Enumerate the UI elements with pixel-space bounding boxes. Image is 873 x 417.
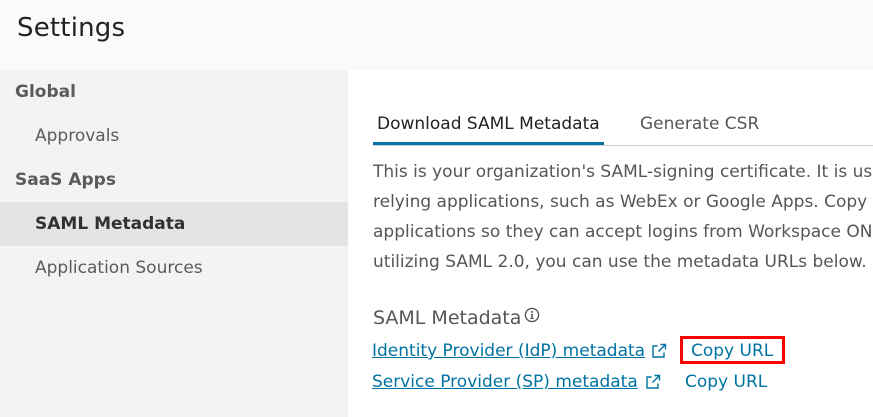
description-line: relying applications, such as WebEx or G…: [373, 192, 873, 212]
saml-metadata-section-title: SAML Metadata: [373, 307, 540, 329]
sidebar-section-global: Global: [15, 82, 76, 102]
info-icon[interactable]: [524, 306, 540, 328]
page-title: Settings: [17, 13, 126, 43]
description-line: utilizing SAML 2.0, you can use the meta…: [373, 252, 867, 272]
idp-metadata-link[interactable]: Identity Provider (IdP) metadata: [372, 339, 645, 363]
sidebar-item-application-sources[interactable]: Application Sources: [0, 246, 348, 290]
copy-url-button-sp[interactable]: Copy URL: [685, 370, 767, 394]
main-panel: Download SAML Metadata Generate CSR This…: [348, 70, 873, 417]
sidebar-item-approvals[interactable]: Approvals: [0, 114, 348, 158]
sidebar-item-saml-metadata[interactable]: SAML Metadata: [0, 202, 348, 246]
external-link-icon[interactable]: [650, 342, 668, 367]
description-text: This is your organization's SAML-signing…: [373, 157, 873, 277]
highlight-box: [680, 336, 785, 364]
sp-metadata-link[interactable]: Service Provider (SP) metadata: [372, 370, 638, 394]
sidebar: Global Approvals SaaS Apps SAML Metadata…: [0, 70, 348, 417]
description-line: This is your organization's SAML-signing…: [373, 162, 873, 182]
tab-download-saml-metadata[interactable]: Download SAML Metadata: [373, 102, 604, 145]
external-link-icon[interactable]: [644, 373, 662, 398]
sidebar-section-saas-apps: SaaS Apps: [15, 170, 116, 190]
description-line: applications so they can accept logins f…: [373, 222, 873, 242]
tab-bar: Download SAML Metadata Generate CSR: [373, 102, 873, 146]
section-title-text: SAML Metadata: [373, 307, 522, 329]
tab-generate-csr[interactable]: Generate CSR: [640, 102, 759, 142]
